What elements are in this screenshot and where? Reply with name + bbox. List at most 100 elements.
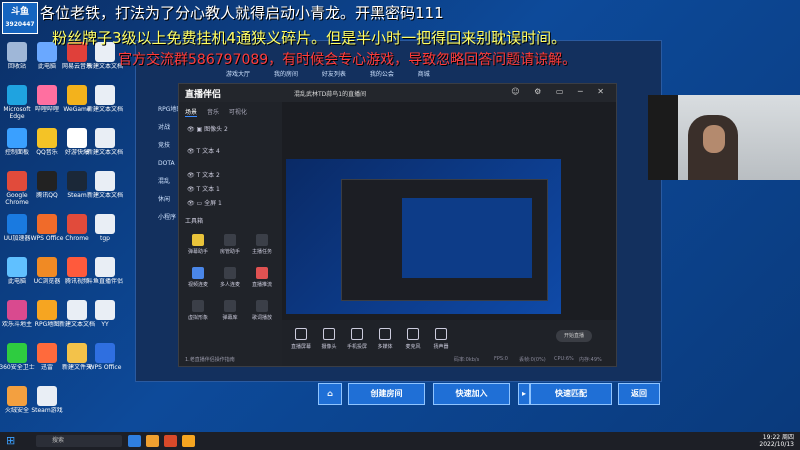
overlay-line-1: 各位老铁，打法为了分心教人就得启动小青龙。开黑密码111	[40, 4, 444, 22]
lobby-side-item[interactable]: DOTA	[136, 155, 184, 173]
source-item[interactable]: 👁 T 文本 1	[187, 184, 273, 196]
tool-danmu-lib[interactable]: 弹幕库	[217, 300, 243, 321]
app-icon	[37, 214, 57, 234]
lobby-tab[interactable]: 我的房间	[274, 71, 298, 78]
window-controls-icon[interactable]: ☺ ⚙ ▭ ─ ✕	[511, 87, 610, 96]
desktop-icon[interactable]: 新建文本文档	[84, 85, 126, 120]
lobby-side-item[interactable]: RPG地图	[136, 101, 184, 119]
tab-music[interactable]: 音乐	[207, 109, 219, 116]
camera-button[interactable]: 摄像头	[316, 328, 342, 350]
tool-danmu[interactable]: 弹幕助手	[185, 234, 211, 255]
phone-cast-button[interactable]: 手机投屏	[344, 328, 370, 350]
stat-fps: FPS:0	[494, 356, 508, 362]
app-icon	[95, 214, 115, 234]
start-live-button[interactable]: 开始直播	[556, 330, 592, 342]
desktop-icon[interactable]: tgp	[84, 214, 126, 249]
speaker-button[interactable]: 扬声器	[428, 328, 454, 350]
scene-panel: 场景 音乐 可视化 👁 ▣ 图像头 2 👁 T 文本 4 👁 T 文本 2 👁 …	[179, 102, 282, 366]
desktop-icon[interactable]: 新建文本文档	[84, 128, 126, 163]
screen-capture-button[interactable]: 直播屏幕	[288, 328, 314, 350]
desktop-icon-label: tgp	[100, 235, 110, 242]
app-brand: 直播伴侣	[185, 90, 222, 100]
quick-match-button[interactable]: 快速匹配	[530, 383, 612, 405]
app-icon[interactable]	[182, 435, 195, 447]
lobby-tab[interactable]: 好友列表	[322, 71, 346, 78]
logo-text: 斗鱼	[10, 7, 29, 17]
app-icon	[95, 300, 115, 320]
quick-join-button[interactable]: 快速加入	[433, 383, 510, 405]
overlay-line-3: 官方交流群586797089，有时候会专心游戏，导致忽略回答问题请谅解。	[118, 52, 577, 68]
taskbar-clock[interactable]: 19:22 周四 2022/10/13	[759, 434, 794, 448]
lobby-side-item[interactable]: 混乱	[136, 173, 184, 191]
desktop-icon[interactable]: WPS Office	[84, 343, 126, 378]
logo-sub: 3920447	[5, 21, 35, 28]
lobby-tabs: 游戏大厅 我的房间 好友列表 我的公会 商城	[226, 69, 452, 79]
desktop-icon-label: WPS Office	[88, 364, 122, 371]
app-icon	[7, 300, 27, 320]
lobby-sidebar: RPG地图 对战 竞技 DOTA 混乱 休闲 小程序	[136, 101, 184, 227]
mic-button[interactable]: 麦克风	[400, 328, 426, 350]
app-icon	[7, 171, 27, 191]
app-icon	[7, 85, 27, 105]
clock-time: 19:22 周四	[762, 434, 794, 441]
desktop-icon[interactable]: 斗鱼直播伴侣	[84, 257, 126, 292]
notice-text[interactable]: 1.老直播伴侣操作指南	[185, 356, 235, 363]
lobby-side-item[interactable]: 对战	[136, 119, 184, 137]
windows-start-icon[interactable]: ⊞	[6, 435, 18, 447]
stat-cpu: CPU:6%	[554, 356, 574, 362]
stat-mem: 内存:49%	[579, 357, 602, 363]
tool-video-link[interactable]: 视频连麦	[185, 267, 211, 288]
tool-task[interactable]: 主播任务	[249, 234, 275, 255]
desktop: 斗鱼 3920447 回收站 此电脑 网易云音乐 新建文本文档 Microsoft Ed…	[0, 0, 800, 432]
source-item[interactable]: 👁 ▭ 全屏 1	[187, 198, 273, 210]
room-title: 混乱武林TD蒜鸟1的直播间	[294, 91, 367, 98]
folder-icon[interactable]	[146, 435, 159, 447]
app-icon[interactable]	[164, 435, 177, 447]
desktop-icon[interactable]: YY	[84, 300, 126, 335]
home-icon[interactable]: ⌂	[318, 383, 342, 405]
clock-date: 2022/10/13	[759, 441, 794, 448]
lobby-side-item[interactable]: 休闲	[136, 191, 184, 209]
app-icon	[37, 85, 57, 105]
stream-preview	[286, 159, 561, 314]
desktop-icon-label: 斗鱼直播伴侣	[86, 278, 123, 285]
lobby-tab[interactable]: 商城	[418, 71, 430, 78]
desktop-icon-label: 新建文本文档	[86, 106, 123, 113]
create-room-button[interactable]: 创建房间	[348, 383, 425, 405]
desktop-icon-label: 新建文本文档	[86, 149, 123, 156]
stat-drop: 丢帧:0(0%)	[519, 357, 546, 363]
tool-admin[interactable]: 房管助手	[217, 234, 243, 255]
tool-push[interactable]: 直播推流	[249, 267, 275, 288]
desktop-icon[interactable]: Steam游戏	[26, 386, 68, 421]
lobby-tab[interactable]: 我的公会	[370, 71, 394, 78]
taskbar-search[interactable]: 搜索	[36, 435, 122, 447]
desktop-icon-label: Steam游戏	[31, 407, 63, 414]
tab-visual[interactable]: 可视化	[229, 109, 247, 116]
lobby-tab[interactable]: 游戏大厅	[226, 71, 250, 78]
source-item[interactable]: 👁 T 文本 2	[187, 170, 273, 182]
desktop-icon[interactable]: 新建文本文档	[84, 171, 126, 206]
app-icon	[95, 128, 115, 148]
app-icon	[95, 257, 115, 277]
toolbox-label: 工具箱	[185, 218, 204, 225]
lobby-side-item[interactable]: 竞技	[136, 137, 184, 155]
app-titlebar: 直播伴侣 混乱武林TD蒜鸟1的直播间 ☺ ⚙ ▭ ─ ✕	[179, 84, 616, 102]
play-icon[interactable]: ▸	[518, 383, 530, 405]
tool-multi-link[interactable]: 多人连麦	[217, 267, 243, 288]
app-icon	[7, 128, 27, 148]
tool-avatar[interactable]: 虚拟形象	[185, 300, 211, 321]
app-icon	[37, 343, 57, 363]
desktop-icon-label: YY	[101, 321, 109, 328]
source-item[interactable]: 👁 ▣ 图像头 2	[187, 124, 273, 136]
app-icon	[37, 300, 57, 320]
tab-scene[interactable]: 场景	[185, 109, 198, 117]
source-item[interactable]: 👁 T 文本 4	[187, 146, 273, 158]
app-icon	[37, 257, 57, 277]
app-icon	[95, 343, 115, 363]
back-button[interactable]: 返回	[618, 383, 660, 405]
lobby-side-item[interactable]: 小程序	[136, 209, 184, 227]
streaming-app-window: 直播伴侣 混乱武林TD蒜鸟1的直播间 ☺ ⚙ ▭ ─ ✕ 场景 音乐 可视化 👁…	[178, 83, 617, 367]
media-button[interactable]: 多媒体	[372, 328, 398, 350]
tool-lyrics[interactable]: 歌词播放	[249, 300, 275, 321]
app-icon[interactable]	[128, 435, 141, 447]
